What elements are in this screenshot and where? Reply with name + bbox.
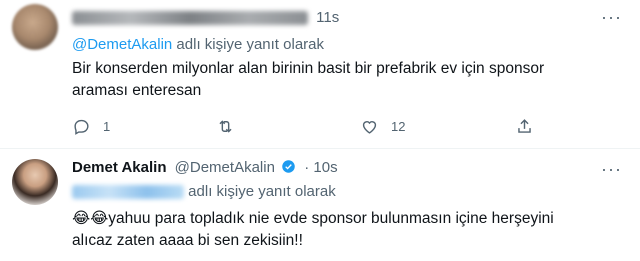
tweet-actions: 1 12 — [60, 114, 540, 138]
heart-icon — [362, 120, 377, 134]
reply-tweet[interactable]: 11s ··· @DemetAkalin adlı kişiye yanıt o… — [0, 0, 640, 149]
tweet-text: Bir konserden milyonlar alan birinin bas… — [72, 58, 632, 102]
like-button[interactable]: 12 — [360, 114, 405, 138]
tweet-text-line: 😂😂yahuu para topladık nie evde sponsor b… — [72, 207, 632, 230]
tweet-text-segment: yahuu para topladık nie evde sponsor bul… — [108, 210, 554, 227]
tweet-header: 11s — [72, 9, 339, 29]
more-options-icon[interactable]: ··· — [601, 159, 622, 180]
author-tweet[interactable]: Demet Akalin @DemetAkalin · 10s ··· adlı… — [0, 149, 640, 261]
avatar[interactable] — [12, 159, 58, 205]
tweet-text-line: Bir konserden milyonlar alan birinin bas… — [72, 60, 545, 77]
reply-count: 1 — [103, 118, 111, 134]
tweet-text-line: alıcaz zaten aaaa bi sen zekisiin!! — [72, 232, 303, 249]
more-options-icon[interactable]: ··· — [601, 7, 622, 28]
user-handle[interactable]: @DemetAkalin — [175, 159, 275, 176]
tweet-text-line: araması enteresan — [72, 82, 202, 99]
replying-to: adlı kişiye yanıt olarak — [72, 183, 336, 200]
blurred-mention[interactable] — [72, 185, 184, 200]
avatar[interactable] — [12, 4, 58, 50]
like-count: 12 — [391, 118, 406, 134]
laughing-emoji-icon: 😂😂 — [72, 209, 109, 227]
replying-to-label: adlı kişiye yanıt olarak — [188, 183, 336, 200]
retweet-icon — [219, 119, 232, 133]
tweet-text: 😂😂yahuu para topladık nie evde sponsor b… — [72, 207, 632, 252]
mention-link[interactable]: @DemetAkalin — [72, 36, 172, 53]
display-name[interactable]: Demet Akalin — [72, 159, 166, 176]
verified-badge-icon — [282, 160, 295, 173]
tweet-time[interactable]: 11s — [316, 9, 339, 26]
tweet-header: Demet Akalin @DemetAkalin · 10s — [72, 159, 338, 179]
share-icon — [518, 118, 531, 133]
blurred-user-name — [72, 11, 308, 26]
share-button[interactable] — [515, 114, 534, 138]
retweet-button[interactable] — [216, 114, 247, 138]
replying-to: @DemetAkalin adlı kişiye yanıt olarak — [72, 36, 324, 53]
tweet-time[interactable]: · 10s — [304, 159, 337, 176]
reply-button[interactable]: 1 — [72, 114, 110, 138]
reply-icon — [74, 119, 89, 135]
replying-to-label: adlı kişiye yanıt olarak — [172, 36, 325, 53]
